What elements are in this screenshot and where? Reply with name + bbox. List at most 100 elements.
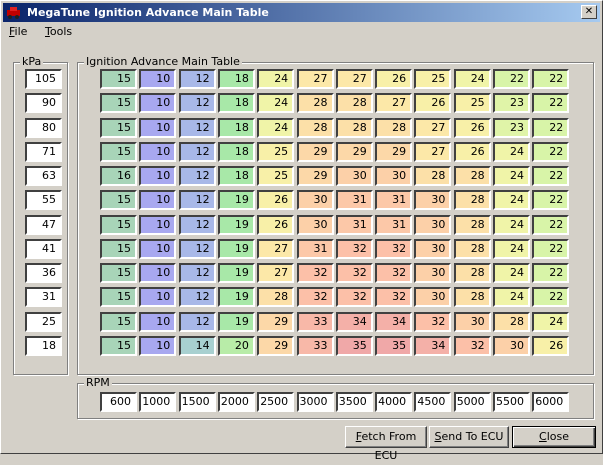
- kpa-input[interactable]: 55: [25, 190, 62, 211]
- table-cell[interactable]: 18: [217, 93, 255, 114]
- table-cell[interactable]: 10: [139, 69, 177, 89]
- table-cell[interactable]: 22: [532, 166, 570, 186]
- menu-tools[interactable]: Tools: [45, 24, 72, 40]
- table-cell[interactable]: 26: [453, 141, 491, 162]
- table-cell[interactable]: 33: [296, 335, 334, 356]
- table-cell[interactable]: 32: [296, 263, 334, 283]
- table-cell[interactable]: 19: [217, 287, 255, 308]
- table-cell[interactable]: 10: [139, 93, 177, 114]
- table-cell[interactable]: 27: [257, 238, 295, 259]
- table-cell[interactable]: 32: [375, 263, 413, 283]
- table-cell[interactable]: 22: [532, 214, 570, 235]
- table-cell[interactable]: 34: [375, 311, 413, 332]
- table-cell[interactable]: 30: [414, 190, 452, 211]
- kpa-input[interactable]: 90: [25, 93, 62, 114]
- table-cell[interactable]: 26: [375, 69, 413, 89]
- table-cell[interactable]: 33: [296, 311, 334, 332]
- table-cell[interactable]: 10: [139, 238, 177, 259]
- kpa-input[interactable]: 36: [25, 263, 62, 283]
- table-cell[interactable]: 26: [414, 93, 452, 114]
- table-cell[interactable]: 25: [453, 93, 491, 114]
- table-cell[interactable]: 31: [296, 238, 334, 259]
- table-cell[interactable]: 28: [335, 93, 373, 114]
- table-cell[interactable]: 28: [453, 263, 491, 283]
- table-cell[interactable]: 28: [296, 93, 334, 114]
- kpa-input[interactable]: 25: [25, 311, 62, 332]
- table-cell[interactable]: 29: [296, 166, 334, 186]
- table-cell[interactable]: 26: [453, 117, 491, 138]
- table-cell[interactable]: 12: [178, 287, 216, 308]
- table-cell[interactable]: 25: [257, 166, 295, 186]
- kpa-input[interactable]: 41: [25, 238, 62, 259]
- table-cell[interactable]: 32: [453, 335, 491, 356]
- table-cell[interactable]: 10: [139, 335, 177, 356]
- table-cell[interactable]: 31: [335, 214, 373, 235]
- table-cell[interactable]: 12: [178, 93, 216, 114]
- table-cell[interactable]: 18: [217, 117, 255, 138]
- table-cell[interactable]: 35: [335, 335, 373, 356]
- table-cell[interactable]: 22: [532, 287, 570, 308]
- table-cell[interactable]: 15: [100, 190, 137, 211]
- kpa-input[interactable]: 71: [25, 141, 62, 162]
- table-cell[interactable]: 29: [375, 141, 413, 162]
- table-cell[interactable]: 24: [493, 263, 530, 283]
- table-cell[interactable]: 19: [217, 311, 255, 332]
- table-cell[interactable]: 28: [414, 166, 452, 186]
- rpm-input[interactable]: 2500: [257, 392, 295, 412]
- table-cell[interactable]: 32: [335, 263, 373, 283]
- rpm-input[interactable]: 600: [100, 392, 137, 412]
- table-cell[interactable]: 30: [493, 335, 530, 356]
- menu-file[interactable]: File: [9, 24, 27, 40]
- table-cell[interactable]: 15: [100, 238, 137, 259]
- table-cell[interactable]: 30: [296, 214, 334, 235]
- table-cell[interactable]: 29: [335, 141, 373, 162]
- rpm-input[interactable]: 1000: [139, 392, 177, 412]
- table-cell[interactable]: 27: [296, 69, 334, 89]
- table-cell[interactable]: 31: [375, 190, 413, 211]
- table-cell[interactable]: 28: [375, 117, 413, 138]
- table-cell[interactable]: 28: [453, 214, 491, 235]
- table-cell[interactable]: 32: [414, 311, 452, 332]
- table-cell[interactable]: 12: [178, 214, 216, 235]
- table-cell[interactable]: 15: [100, 93, 137, 114]
- rpm-input[interactable]: 2000: [217, 392, 255, 412]
- table-cell[interactable]: 12: [178, 238, 216, 259]
- close-window-button[interactable]: ✕: [581, 5, 597, 19]
- table-cell[interactable]: 22: [532, 238, 570, 259]
- table-cell[interactable]: 12: [178, 190, 216, 211]
- table-cell[interactable]: 32: [335, 238, 373, 259]
- rpm-input[interactable]: 5500: [493, 392, 530, 412]
- table-cell[interactable]: 30: [335, 166, 373, 186]
- table-cell[interactable]: 34: [335, 311, 373, 332]
- rpm-input[interactable]: 1500: [178, 392, 216, 412]
- table-cell[interactable]: 31: [335, 190, 373, 211]
- table-cell[interactable]: 15: [100, 311, 137, 332]
- table-cell[interactable]: 25: [257, 141, 295, 162]
- table-cell[interactable]: 24: [257, 117, 295, 138]
- table-cell[interactable]: 23: [493, 93, 530, 114]
- table-cell[interactable]: 28: [257, 287, 295, 308]
- table-cell[interactable]: 22: [532, 69, 570, 89]
- table-cell[interactable]: 26: [532, 335, 570, 356]
- table-cell[interactable]: 10: [139, 287, 177, 308]
- table-cell[interactable]: 15: [100, 214, 137, 235]
- table-cell[interactable]: 15: [100, 117, 137, 138]
- rpm-input[interactable]: 3000: [296, 392, 334, 412]
- table-cell[interactable]: 19: [217, 190, 255, 211]
- table-cell[interactable]: 27: [414, 117, 452, 138]
- table-cell[interactable]: 30: [414, 214, 452, 235]
- table-cell[interactable]: 29: [257, 335, 295, 356]
- table-cell[interactable]: 22: [532, 190, 570, 211]
- table-cell[interactable]: 27: [375, 93, 413, 114]
- kpa-input[interactable]: 105: [25, 69, 62, 89]
- table-cell[interactable]: 30: [453, 311, 491, 332]
- fetch-from-ecu-button[interactable]: Fetch From ECU: [345, 426, 427, 462]
- table-cell[interactable]: 24: [493, 238, 530, 259]
- table-cell[interactable]: 10: [139, 263, 177, 283]
- table-cell[interactable]: 32: [375, 238, 413, 259]
- table-cell[interactable]: 18: [217, 69, 255, 89]
- table-cell[interactable]: 15: [100, 263, 137, 283]
- table-cell[interactable]: 35: [375, 335, 413, 356]
- title-bar[interactable]: MegaTune Ignition Advance Main Table ✕: [3, 3, 600, 22]
- table-cell[interactable]: 28: [493, 311, 530, 332]
